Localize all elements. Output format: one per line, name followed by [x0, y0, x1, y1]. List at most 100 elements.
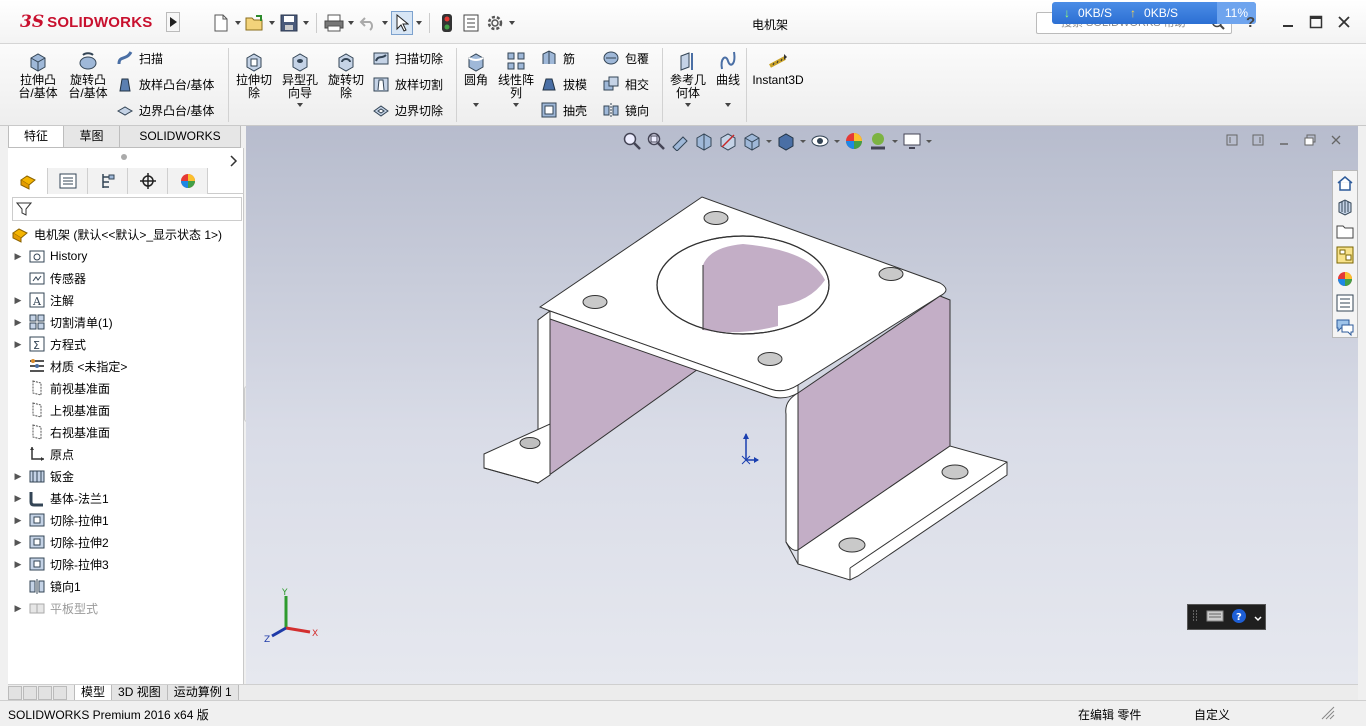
- expand-arrow-icon[interactable]: ▶: [8, 493, 28, 504]
- zoom-to-fit-icon[interactable]: [622, 131, 642, 151]
- hole-wizard-dropdown[interactable]: [297, 103, 303, 107]
- tab-3d-view[interactable]: 3D 视图: [111, 684, 168, 701]
- configuration-manager-tab-icon[interactable]: [88, 168, 128, 194]
- view-settings-dropdown[interactable]: [926, 131, 932, 151]
- draft-button[interactable]: 拔模: [540, 74, 587, 94]
- tab-model[interactable]: 模型: [74, 684, 113, 701]
- save-icon[interactable]: [278, 11, 300, 35]
- expand-arrow-icon[interactable]: ▶: [8, 251, 28, 262]
- menu-expand-arrow[interactable]: [166, 12, 180, 32]
- tree-item[interactable]: ▶ 基体-法兰1: [8, 488, 109, 508]
- dimxpert-manager-tab-icon[interactable]: [128, 168, 168, 194]
- custom-properties-icon[interactable]: [1333, 291, 1357, 315]
- tree-filter-input[interactable]: [12, 197, 242, 221]
- tab-mbd[interactable]: SOLIDWORKS MBD: [119, 126, 241, 164]
- solidworks-logo[interactable]: 3S SOLIDWORKS: [20, 10, 152, 34]
- tree-root-part[interactable]: 电机架 (默认<<默认>_显示状态 1>): [10, 224, 222, 244]
- help-circle-icon[interactable]: ?: [1231, 608, 1247, 627]
- linear-pattern-button[interactable]: 线性阵列: [494, 50, 538, 107]
- tree-item[interactable]: ▶ 切除-拉伸1: [8, 510, 109, 530]
- loft-cut-button[interactable]: 放样切割: [372, 74, 443, 94]
- appearances-icon[interactable]: [1333, 267, 1357, 291]
- tree-item[interactable]: 镜向1: [8, 576, 81, 596]
- tree-item[interactable]: 前视基准面: [8, 378, 110, 398]
- expand-arrow-icon[interactable]: ▶: [8, 339, 28, 350]
- save-dropdown[interactable]: [302, 11, 310, 35]
- viewport-restore-right-icon[interactable]: [1252, 134, 1264, 149]
- curves-button[interactable]: 曲线: [706, 50, 750, 107]
- previous-tab-arrow-icon[interactable]: [23, 685, 37, 700]
- home-icon[interactable]: [1333, 171, 1357, 195]
- dynamic-annotation-icon[interactable]: [718, 131, 738, 151]
- tree-item[interactable]: ▶ History: [8, 246, 88, 266]
- revolve-boss-button[interactable]: 旋转凸台/基体: [66, 50, 110, 100]
- tree-item[interactable]: ▶ Σ 方程式: [8, 334, 86, 354]
- rib-button[interactable]: 筋: [540, 48, 575, 68]
- expand-arrow-icon[interactable]: ▶: [8, 559, 28, 570]
- viewport-maximize-icon[interactable]: [1304, 134, 1316, 149]
- reference-geometry-button[interactable]: 参考几何体: [666, 50, 710, 107]
- tree-item[interactable]: ▶ 切割清单(1): [8, 312, 113, 332]
- panel-grip[interactable]: [121, 154, 127, 160]
- apply-scene-dropdown[interactable]: [892, 131, 898, 151]
- loft-button[interactable]: 放样凸台/基体: [116, 74, 214, 94]
- print-icon[interactable]: [323, 11, 345, 35]
- open-file-icon[interactable]: [244, 11, 266, 35]
- chevron-right-icon[interactable]: [229, 154, 239, 171]
- boundary-boss-button[interactable]: 边界凸台/基体: [116, 100, 214, 120]
- grip-icon[interactable]: [1191, 609, 1199, 626]
- expand-arrow-icon[interactable]: ▶: [8, 515, 28, 526]
- forum-icon[interactable]: [1333, 315, 1357, 339]
- options-gear-icon[interactable]: [484, 11, 506, 35]
- instant3d-button[interactable]: Instant3D: [750, 50, 806, 87]
- first-tab-arrow-icon[interactable]: [8, 685, 22, 700]
- design-library-icon[interactable]: [1333, 195, 1357, 219]
- view-orientation-icon[interactable]: [742, 131, 762, 151]
- viewport-restore-left-icon[interactable]: [1226, 134, 1238, 149]
- extrude-cut-button[interactable]: 拉伸切除: [232, 50, 276, 100]
- hide-show-items-icon[interactable]: [810, 131, 830, 151]
- sweep-button[interactable]: 扫描: [116, 48, 163, 68]
- viewport-close-icon[interactable]: [1330, 134, 1342, 149]
- boundary-cut-button[interactable]: 边界切除: [372, 100, 443, 120]
- tab-sketch[interactable]: 草图: [63, 126, 120, 148]
- display-style-icon[interactable]: [776, 131, 796, 151]
- display-manager-tab-icon[interactable]: [168, 168, 208, 194]
- revolve-cut-button[interactable]: 旋转切除: [324, 50, 368, 100]
- expand-arrow-icon[interactable]: ▶: [8, 295, 28, 306]
- filter-icon[interactable]: [15, 201, 33, 220]
- undo-icon[interactable]: [357, 11, 379, 35]
- select-dropdown[interactable]: [415, 11, 423, 35]
- tree-item[interactable]: ▶ 切除-拉伸2: [8, 532, 109, 552]
- sweep-cut-button[interactable]: 扫描切除: [372, 48, 443, 68]
- hide-show-dropdown[interactable]: [834, 131, 840, 151]
- tree-item[interactable]: 右视基准面: [8, 422, 110, 442]
- reference-geometry-dropdown[interactable]: [685, 103, 691, 107]
- expand-arrow-icon[interactable]: ▶: [8, 471, 28, 482]
- section-view-icon[interactable]: [694, 131, 714, 151]
- mirror-button[interactable]: 镜向: [602, 100, 649, 120]
- open-dropdown[interactable]: [268, 11, 276, 35]
- expand-arrow-icon[interactable]: ▶: [8, 537, 28, 548]
- view-settings-icon[interactable]: [902, 131, 922, 151]
- view-palette-icon[interactable]: [1333, 243, 1357, 267]
- view-orientation-dropdown[interactable]: [766, 131, 772, 151]
- curves-dropdown[interactable]: [725, 103, 731, 107]
- hole-wizard-button[interactable]: 异型孔向导: [278, 50, 322, 107]
- tree-item[interactable]: 上视基准面: [8, 400, 110, 420]
- property-manager-tab-icon[interactable]: [48, 168, 88, 194]
- expand-arrow-icon[interactable]: ▶: [8, 603, 28, 614]
- new-file-icon[interactable]: [210, 11, 232, 35]
- tab-features[interactable]: 特征: [8, 126, 64, 148]
- options-dropdown[interactable]: [508, 11, 516, 35]
- intersect-button[interactable]: 相交: [602, 74, 649, 94]
- resize-grip-icon[interactable]: [1320, 705, 1336, 724]
- apply-scene-icon[interactable]: [868, 131, 888, 151]
- file-properties-icon[interactable]: [460, 11, 482, 35]
- next-tab-arrow-icon[interactable]: [38, 685, 52, 700]
- wrap-button[interactable]: 包覆: [602, 48, 649, 68]
- select-pointer-icon[interactable]: [391, 11, 413, 35]
- display-style-dropdown[interactable]: [800, 131, 806, 151]
- tree-item[interactable]: 原点: [8, 444, 74, 464]
- zoom-to-area-icon[interactable]: [646, 131, 666, 151]
